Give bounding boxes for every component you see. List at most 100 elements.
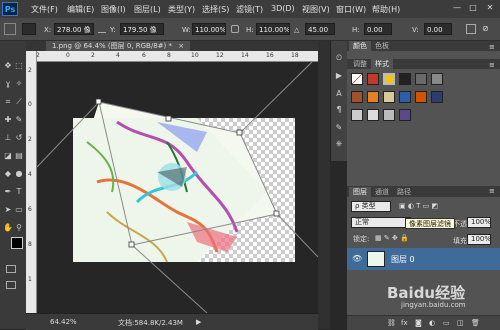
menu-filter[interactable]: 滤镜(T) — [236, 4, 263, 15]
zoom-tool-icon[interactable]: ⚲ — [14, 223, 24, 233]
document-canvas[interactable] — [37, 62, 318, 313]
style-swatch[interactable] — [399, 73, 411, 85]
foreground-color-swatch[interactable] — [11, 237, 23, 249]
style-swatch[interactable] — [383, 73, 395, 85]
tab-paths[interactable]: 路径 — [393, 187, 415, 197]
v-skew-input[interactable]: 0.00 — [424, 23, 452, 35]
style-swatch[interactable] — [415, 73, 427, 85]
transform-tool-icon[interactable] — [4, 23, 16, 35]
visibility-eye-icon[interactable]: 👁 — [352, 254, 362, 263]
history-panel-icon[interactable]: ⏲ — [334, 53, 344, 63]
width-input[interactable]: 110.00% — [192, 23, 226, 35]
style-swatch[interactable] — [367, 91, 379, 103]
style-swatch[interactable] — [351, 109, 363, 121]
filter-icons[interactable]: ▣ ◐ T ▭ ◩ — [399, 202, 438, 210]
document-tab-close-icon[interactable]: × — [178, 42, 184, 50]
tab-color[interactable]: 颜色 — [349, 41, 371, 51]
tab-layers[interactable]: 图层 — [349, 187, 371, 197]
eraser-tool-icon[interactable]: ◪ — [3, 151, 13, 161]
type-tool-icon[interactable]: T — [14, 187, 24, 197]
trash-icon[interactable]: 🗑 — [471, 319, 480, 327]
properties-panel-icon[interactable]: ▶ — [334, 71, 344, 81]
link-icon[interactable] — [231, 25, 239, 33]
style-swatch[interactable] — [431, 91, 443, 103]
eyedropper-icon[interactable]: ⟋ — [14, 97, 24, 107]
brush-panel-icon[interactable]: ✎ — [334, 123, 344, 133]
tab-swatches[interactable]: 色板 — [371, 41, 393, 51]
menu-file[interactable]: 文件(F) — [31, 4, 58, 15]
y-input[interactable]: 179.50 像 — [120, 23, 164, 35]
layer-kind-filter[interactable]: ρ 类型 — [351, 201, 391, 212]
fill-input[interactable]: 100% — [467, 234, 491, 245]
pen-tool-icon[interactable]: ✒ — [3, 187, 13, 197]
minimize-icon[interactable]: — — [452, 3, 462, 13]
style-swatch[interactable] — [367, 73, 379, 85]
menu-image[interactable]: 图像(I) — [101, 4, 126, 15]
fx-icon[interactable]: fx — [401, 319, 408, 327]
blur-tool-icon[interactable]: ◆ — [3, 169, 13, 179]
path-selection-icon[interactable]: ➤ — [3, 205, 13, 215]
delta-icon[interactable] — [98, 26, 106, 33]
quick-mask-icon[interactable] — [6, 265, 16, 273]
style-swatch[interactable] — [415, 91, 427, 103]
document-tab[interactable]: 1.png @ 64.4% (图层 0, RGB/8#) * × — [46, 41, 191, 51]
menu-window[interactable]: 窗口(W) — [336, 4, 366, 15]
h-skew-input[interactable]: 0.00 — [364, 23, 392, 35]
color-menu-icon[interactable]: ≡ — [489, 43, 495, 51]
maximize-icon[interactable]: □ — [468, 3, 478, 13]
crop-tool-icon[interactable]: ⌗ — [3, 97, 13, 107]
height-input[interactable]: 110.00% — [256, 23, 290, 35]
menu-edit[interactable]: 编辑(E) — [67, 4, 94, 15]
tab-adjustments[interactable]: 调整 — [349, 59, 371, 69]
styles-menu-icon[interactable]: ≡ — [489, 61, 495, 69]
layers-menu-icon[interactable]: ≡ — [489, 187, 495, 195]
cancel-transform-icon[interactable]: ⊘ — [482, 24, 492, 34]
lasso-tool-icon[interactable]: ɣ — [3, 79, 13, 89]
history-brush-icon[interactable]: ↺ — [14, 133, 24, 143]
brush-tool-icon[interactable]: ✎ — [14, 115, 24, 125]
tab-channels[interactable]: 通道 — [371, 187, 393, 197]
menu-3d[interactable]: 3D(D) — [271, 4, 295, 13]
hand-tool-icon[interactable]: ✋ — [3, 223, 13, 233]
style-swatch[interactable] — [351, 91, 363, 103]
lock-icons[interactable]: ▦ ✎ ✥ 🔒 — [375, 234, 409, 242]
marquee-tool-icon[interactable]: ⬚ — [14, 61, 24, 71]
opacity-input[interactable]: 100% — [467, 217, 491, 228]
close-icon[interactable]: ✕ — [485, 3, 495, 13]
menu-view[interactable]: 视图(V) — [302, 4, 330, 15]
document-info[interactable]: 文档:584.8K/2.43M — [118, 318, 183, 328]
magic-wand-icon[interactable]: ✧ — [14, 79, 24, 89]
zoom-level[interactable]: 64.42% — [50, 318, 77, 326]
group-icon[interactable]: ▭ — [443, 319, 450, 327]
move-tool-icon[interactable]: ✥ — [3, 61, 13, 71]
screen-mode-icon[interactable] — [6, 281, 16, 289]
menu-select[interactable]: 选择(S) — [202, 4, 229, 15]
status-arrow-icon[interactable]: ▶ — [196, 318, 201, 326]
style-swatch[interactable] — [351, 73, 363, 85]
clone-source-icon[interactable]: ⎈ — [334, 139, 344, 149]
mask-icon[interactable]: ◙ — [415, 319, 422, 327]
gradient-tool-icon[interactable]: ▤ — [14, 151, 24, 161]
warp-icon[interactable] — [466, 24, 476, 34]
style-swatch[interactable] — [431, 73, 443, 85]
menu-type[interactable]: 类型(Y) — [168, 4, 195, 15]
paragraph-panel-icon[interactable]: ¶ — [334, 105, 344, 115]
shape-tool-icon[interactable]: ▭ — [14, 205, 24, 215]
style-swatch[interactable] — [383, 109, 395, 121]
angle-input[interactable]: 45.00 — [305, 23, 335, 35]
blend-mode-select[interactable]: 正常 — [351, 217, 411, 228]
layer-row[interactable]: 👁 图层 0 — [347, 248, 500, 270]
style-swatch[interactable] — [399, 109, 411, 121]
reference-point-icon[interactable] — [22, 23, 36, 35]
style-swatch[interactable] — [367, 109, 379, 121]
character-panel-icon[interactable]: A — [334, 89, 344, 99]
healing-brush-icon[interactable]: ✚ — [3, 115, 13, 125]
x-input[interactable]: 278.00 像 — [54, 23, 94, 35]
style-swatch[interactable] — [399, 91, 411, 103]
canvas-area[interactable] — [37, 62, 318, 313]
link-layers-icon[interactable]: ⛓ — [387, 319, 396, 327]
layer-name[interactable]: 图层 0 — [391, 254, 415, 265]
adjustment-icon[interactable]: ◐ — [429, 319, 435, 327]
tab-styles[interactable]: 样式 — [371, 59, 393, 69]
new-layer-icon[interactable]: ◫ — [457, 319, 464, 327]
